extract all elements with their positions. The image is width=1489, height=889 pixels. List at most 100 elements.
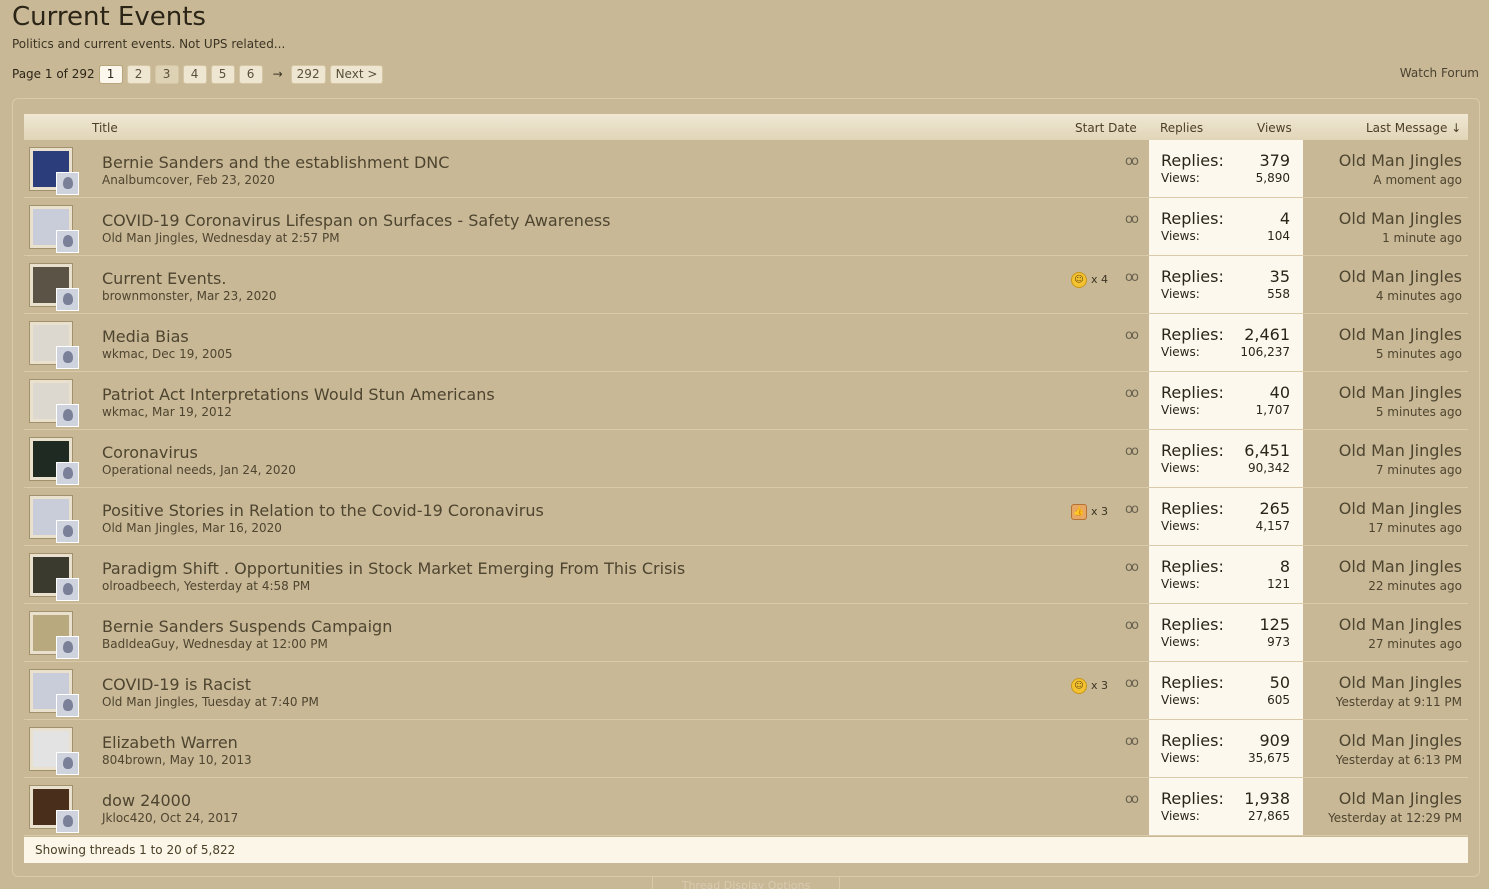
thread-starter-meta[interactable]: wkmac, Dec 19, 2005: [102, 347, 233, 361]
last-poster-avatar[interactable]: [56, 694, 79, 717]
preview-glasses-icon[interactable]: oo: [1125, 618, 1139, 633]
last-poster-avatar[interactable]: [56, 636, 79, 659]
last-message-time[interactable]: 4 minutes ago: [1376, 289, 1462, 303]
page-link-5[interactable]: 5: [210, 64, 235, 84]
header-views[interactable]: Views: [1257, 121, 1292, 135]
last-message-time[interactable]: Yesterday at 12:29 PM: [1328, 811, 1462, 825]
thread-title-link[interactable]: Bernie Sanders and the establishment DNC: [102, 153, 449, 172]
last-poster-avatar[interactable]: [56, 172, 79, 195]
thread-title-link[interactable]: Media Bias: [102, 327, 189, 346]
thread-starter-meta[interactable]: Old Man Jingles, Mar 16, 2020: [102, 521, 282, 535]
thread-title-link[interactable]: dow 24000: [102, 791, 191, 810]
thread-title-link[interactable]: Patriot Act Interpretations Would Stun A…: [102, 385, 495, 404]
last-poster-name[interactable]: Old Man Jingles: [1339, 325, 1462, 344]
thread-row[interactable]: Current Events. brownmonster, Mar 23, 202…: [24, 256, 1468, 314]
preview-glasses-icon[interactable]: oo: [1125, 154, 1139, 169]
last-poster-name[interactable]: Old Man Jingles: [1339, 673, 1462, 692]
thread-display-options-button[interactable]: Thread Display Options: [652, 876, 840, 889]
thread-row[interactable]: Media Bias wkmac, Dec 19, 2005 oo Replies: 2…: [24, 314, 1468, 372]
last-message-time[interactable]: 27 minutes ago: [1368, 637, 1462, 651]
thread-row[interactable]: Patriot Act Interpretations Would Stun A…: [24, 372, 1468, 430]
thread-title-link[interactable]: Coronavirus: [102, 443, 198, 462]
thread-row[interactable]: Bernie Sanders and the establishment DNC…: [24, 140, 1468, 198]
preview-glasses-icon[interactable]: oo: [1125, 212, 1139, 227]
watch-forum-link[interactable]: Watch Forum: [1400, 66, 1479, 80]
thread-starter-meta[interactable]: Analbumcover, Feb 23, 2020: [102, 173, 275, 187]
last-poster-name[interactable]: Old Man Jingles: [1339, 499, 1462, 518]
last-poster-avatar[interactable]: [56, 230, 79, 253]
last-poster-avatar[interactable]: [56, 404, 79, 427]
preview-glasses-icon[interactable]: oo: [1125, 734, 1139, 749]
thread-title-link[interactable]: COVID-19 Coronavirus Lifespan on Surface…: [102, 211, 610, 230]
thread-starter-meta[interactable]: Operational needs, Jan 24, 2020: [102, 463, 296, 477]
last-poster-name[interactable]: Old Man Jingles: [1339, 615, 1462, 634]
last-message-time[interactable]: A moment ago: [1373, 173, 1462, 187]
thread-row[interactable]: COVID-19 Coronavirus Lifespan on Surface…: [24, 198, 1468, 256]
header-start-date[interactable]: Start Date: [1075, 121, 1137, 135]
last-poster-name[interactable]: Old Man Jingles: [1339, 151, 1462, 170]
last-message-time[interactable]: 22 minutes ago: [1368, 579, 1462, 593]
last-message-time[interactable]: 5 minutes ago: [1376, 347, 1462, 361]
thread-row[interactable]: Paradigm Shift . Opportunities in Stock …: [24, 546, 1468, 604]
thread-starter-meta[interactable]: Old Man Jingles, Tuesday at 7:40 PM: [102, 695, 319, 709]
page-link-last[interactable]: 292: [290, 64, 326, 84]
last-message-time[interactable]: Yesterday at 6:13 PM: [1336, 753, 1462, 767]
preview-glasses-icon[interactable]: oo: [1125, 560, 1139, 575]
thread-starter-meta[interactable]: 804brown, May 10, 2013: [102, 753, 252, 767]
last-poster-name[interactable]: Old Man Jingles: [1339, 441, 1462, 460]
thread-title-link[interactable]: Current Events.: [102, 269, 226, 288]
last-poster-name[interactable]: Old Man Jingles: [1339, 557, 1462, 576]
thread-title-link[interactable]: COVID-19 is Racist: [102, 675, 251, 694]
thread-row[interactable]: Positive Stories in Relation to the Covi…: [24, 488, 1468, 546]
thread-title-link[interactable]: Paradigm Shift . Opportunities in Stock …: [102, 559, 685, 578]
last-poster-avatar[interactable]: [56, 462, 79, 485]
thread-starter-meta[interactable]: brownmonster, Mar 23, 2020: [102, 289, 276, 303]
preview-glasses-icon[interactable]: oo: [1125, 386, 1139, 401]
last-poster-name[interactable]: Old Man Jingles: [1339, 789, 1462, 808]
thread-title-link[interactable]: Positive Stories in Relation to the Covi…: [102, 501, 544, 520]
thread-row[interactable]: COVID-19 is Racist Old Man Jingles, Tuesd…: [24, 662, 1468, 720]
reaction-summary[interactable]: 👍 x 3: [1071, 504, 1108, 520]
last-poster-name[interactable]: Old Man Jingles: [1339, 267, 1462, 286]
thread-starter-meta[interactable]: Old Man Jingles, Wednesday at 2:57 PM: [102, 231, 340, 245]
last-poster-name[interactable]: Old Man Jingles: [1339, 209, 1462, 228]
reaction-summary[interactable]: ☺ x 3: [1071, 678, 1108, 694]
next-page-button[interactable]: Next >: [329, 64, 384, 84]
preview-glasses-icon[interactable]: oo: [1125, 270, 1139, 285]
thread-row[interactable]: Bernie Sanders Suspends Campaign BadIdeaG…: [24, 604, 1468, 662]
page-link-2[interactable]: 2: [126, 64, 151, 84]
last-message-time[interactable]: 7 minutes ago: [1376, 463, 1462, 477]
thread-row[interactable]: Coronavirus Operational needs, Jan 24, 20…: [24, 430, 1468, 488]
last-poster-avatar[interactable]: [56, 810, 79, 833]
thread-starter-meta[interactable]: wkmac, Mar 19, 2012: [102, 405, 232, 419]
header-last-message[interactable]: Last Message ↓: [1366, 121, 1461, 135]
thread-row[interactable]: Elizabeth Warren 804brown, May 10, 2013 oo…: [24, 720, 1468, 778]
thread-row[interactable]: dow 24000 Jkloc420, Oct 24, 2017 oo Replies…: [24, 778, 1468, 836]
page-link-6[interactable]: 6: [238, 64, 263, 84]
thread-starter-meta[interactable]: BadIdeaGuy, Wednesday at 12:00 PM: [102, 637, 328, 651]
last-poster-name[interactable]: Old Man Jingles: [1339, 383, 1462, 402]
preview-glasses-icon[interactable]: oo: [1125, 792, 1139, 807]
preview-glasses-icon[interactable]: oo: [1125, 328, 1139, 343]
preview-glasses-icon[interactable]: oo: [1125, 676, 1139, 691]
preview-glasses-icon[interactable]: oo: [1125, 502, 1139, 517]
header-replies[interactable]: Replies: [1160, 121, 1203, 135]
page-link-1[interactable]: 1: [98, 64, 123, 84]
thread-title-link[interactable]: Bernie Sanders Suspends Campaign: [102, 617, 392, 636]
page-link-3[interactable]: 3: [154, 64, 179, 84]
page-link-4[interactable]: 4: [182, 64, 207, 84]
reaction-summary[interactable]: ☺ x 4: [1071, 272, 1108, 288]
last-poster-name[interactable]: Old Man Jingles: [1339, 731, 1462, 750]
last-message-time[interactable]: 1 minute ago: [1382, 231, 1462, 245]
last-message-time[interactable]: Yesterday at 9:11 PM: [1336, 695, 1462, 709]
preview-glasses-icon[interactable]: oo: [1125, 444, 1139, 459]
last-poster-avatar[interactable]: [56, 578, 79, 601]
last-poster-avatar[interactable]: [56, 288, 79, 311]
last-message-time[interactable]: 5 minutes ago: [1376, 405, 1462, 419]
header-title[interactable]: Title: [92, 121, 118, 135]
last-poster-avatar[interactable]: [56, 346, 79, 369]
last-poster-avatar[interactable]: [56, 752, 79, 775]
thread-starter-meta[interactable]: Jkloc420, Oct 24, 2017: [102, 811, 238, 825]
thread-starter-meta[interactable]: olroadbeech, Yesterday at 4:58 PM: [102, 579, 310, 593]
last-poster-avatar[interactable]: [56, 520, 79, 543]
